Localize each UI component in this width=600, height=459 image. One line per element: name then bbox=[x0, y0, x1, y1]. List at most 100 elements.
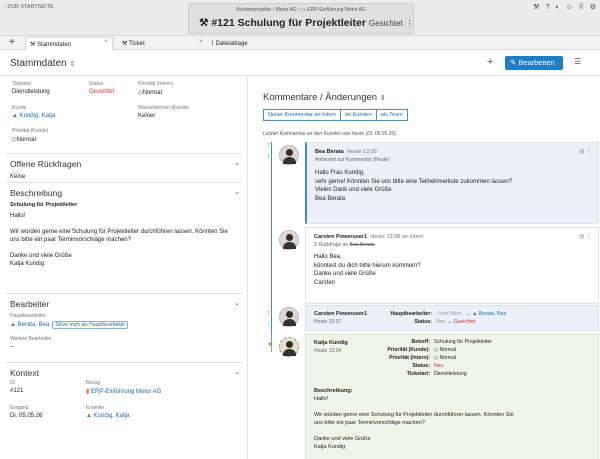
theme-icon[interactable]: ◐ bbox=[555, 4, 559, 11]
new-comment-customer-button[interactable]: an Kunden bbox=[340, 109, 377, 121]
ticket-status: Gesichtet bbox=[368, 19, 403, 28]
comment-button-group: Neuer Kommentar an Intern an Kunden als … bbox=[263, 109, 408, 121]
question-icon: ⍰ bbox=[314, 242, 318, 248]
master-data-panel: Ticketart Dienstleistung Status Gesichte… bbox=[0, 76, 248, 459]
change-entry: Carsten Poweruser1 Heute 13:37 Hauptbear… bbox=[305, 305, 599, 331]
more-menu-icon[interactable]: ⋮ bbox=[586, 234, 592, 240]
new-comment-team-button[interactable]: als Team bbox=[375, 109, 408, 121]
user-icon: ▲ bbox=[86, 413, 92, 419]
comment-subtitle: Antwortet auf Kommentar (Heute) bbox=[315, 157, 390, 163]
ticket-title-box: Kundenprojekte › Motor AG › ▭ ERP-Einfüh… bbox=[188, 3, 414, 34]
add-tab-button[interactable]: + bbox=[6, 37, 18, 50]
avatar bbox=[279, 337, 299, 357]
field-ticketart: Ticketart Dienstleistung bbox=[12, 81, 50, 95]
arrow-up-icon: ↑ bbox=[267, 153, 271, 160]
add-icon[interactable]: + bbox=[487, 56, 493, 68]
creation-table: Betreff: Schulung für Projektleiter Prior… bbox=[387, 339, 492, 377]
gear-icon[interactable]: ⚙ bbox=[590, 4, 596, 11]
section-title: Bearbeiter bbox=[10, 299, 50, 309]
new-comment-intern-button[interactable]: Neuer Kommentar an Intern bbox=[263, 109, 342, 121]
creation-entry: Katja Kundig Heute 13:34 Betreff: Schulun… bbox=[305, 334, 599, 459]
comment-subtitle: ⍰ Rückfrage an Bea Berata bbox=[314, 242, 375, 248]
section-kontext: Kontext ⌄ ID #121 Bezug ▮ ERP-Einführung… bbox=[6, 362, 242, 459]
priority-icon: ◇ bbox=[434, 355, 438, 361]
field-wunschtermin: Wunschtermin (Kunde) Keiner bbox=[138, 105, 190, 119]
tools-icon: ⚒ bbox=[122, 41, 128, 47]
assignee-link[interactable]: ▲ Berata, Bea bbox=[10, 322, 49, 328]
customer-link[interactable]: ▲ Kundig, Katja bbox=[12, 113, 55, 119]
tab-ticket[interactable]: ⚒ Ticket bbox=[118, 37, 149, 50]
section-rueckfragen: Offene Rückfragen ⌄ Keine bbox=[6, 153, 242, 182]
sort-icon[interactable]: ⇕ bbox=[69, 61, 75, 68]
user-icon: ▲ bbox=[10, 322, 16, 328]
folder-icon: ▮ bbox=[86, 389, 90, 395]
tab-stammdaten[interactable]: ⚒ Stammdaten bbox=[25, 37, 113, 50]
field-kunde: Kunde ▲ Kundig, Katja bbox=[12, 105, 56, 119]
priority-icon: ◇ bbox=[434, 347, 438, 353]
creation-description: Beschreibung: Hallo! Wir würden gerne ei… bbox=[314, 388, 514, 450]
comment-author: Carsten Poweruser1 Heute 13:38 an Intern bbox=[314, 234, 424, 240]
creator-link[interactable]: ▲ Kundig, Katja bbox=[86, 413, 129, 419]
check-icon[interactable]: ◎ bbox=[579, 149, 584, 155]
section-title: Offene Rückfragen bbox=[10, 159, 82, 169]
comment-body: Hallo Frau Kundig, sehr gerne! Könnten S… bbox=[315, 170, 513, 202]
apps-icon[interactable]: ⠿ bbox=[579, 4, 584, 11]
paperclip-icon: ⌇ bbox=[211, 41, 214, 47]
change-time: Heute 13:37 bbox=[314, 319, 342, 325]
tools-icon: ⚒ bbox=[30, 42, 36, 48]
page-title: Stammdaten ⇕ bbox=[10, 58, 76, 69]
comments-panel: Kommentare / Änderungen ⇕ Neuer Kommenta… bbox=[249, 76, 600, 459]
section-title: Kontext bbox=[10, 368, 39, 378]
creation-time: Heute 13:34 bbox=[314, 348, 342, 354]
breadcrumb-item[interactable]: Kundenprojekte bbox=[236, 7, 271, 13]
status-badge: Gesichtet bbox=[89, 89, 115, 95]
top-bar: ‹ ZUR STARTSEITE Kundenprojekte › Motor … bbox=[0, 0, 600, 36]
edit-icon: ✎ bbox=[510, 58, 517, 67]
comment-card: Bea Berata Heute 13:39 Antwortet auf Komm… bbox=[305, 142, 599, 224]
chevron-down-icon[interactable]: ⌄ bbox=[234, 188, 240, 196]
check-icon[interactable]: ◎ bbox=[579, 234, 584, 240]
chevron-down-icon[interactable]: ⌄ bbox=[234, 159, 240, 167]
chevron-down-icon[interactable]: ⌄ bbox=[234, 368, 240, 376]
field-prio-intern: Priorität (Intern) ◇Normal bbox=[138, 81, 173, 96]
arrow-up-icon: ↑ bbox=[267, 310, 271, 317]
tools-icon: ⚒ bbox=[199, 17, 209, 29]
change-author: Carsten Poweruser1 bbox=[314, 311, 368, 317]
user-icon: ▲ bbox=[12, 113, 18, 119]
sliders-icon[interactable]: ☰ bbox=[574, 57, 581, 66]
last-comment-info: Letzter Kommentar an den Kunden war heut… bbox=[263, 131, 396, 137]
breadcrumb-item[interactable]: ERP-Einführung Motor AG bbox=[307, 7, 366, 13]
section-beschreibung: Beschreibung ⌄ Schulung für Projektleite… bbox=[6, 182, 242, 292]
comment-author: Bea Berata Heute 13:39 bbox=[315, 149, 377, 155]
avatar bbox=[279, 145, 299, 165]
back-to-start-link[interactable]: ‹ ZUR STARTSEITE bbox=[4, 4, 54, 10]
comment-card: Carsten Poweruser1 Heute 13:38 an Intern … bbox=[305, 227, 599, 304]
more-menu-icon[interactable]: ⋮ bbox=[406, 19, 414, 28]
breadcrumb-item[interactable]: Motor AG bbox=[276, 7, 297, 13]
close-icon[interactable]: × bbox=[199, 39, 203, 45]
project-link[interactable]: ▮ ERP-Einführung Motor AG bbox=[86, 388, 161, 395]
sort-icon[interactable]: ⇕ bbox=[380, 95, 386, 102]
help-icon[interactable]: ? bbox=[545, 4, 549, 11]
comment-body: Hallo Bea, könntest du dich bitte hierum… bbox=[314, 254, 421, 286]
dot-icon: ● bbox=[268, 341, 273, 348]
arrow-up-icon: ↑ bbox=[267, 322, 271, 329]
change-table: Hauptbearbeiter: - kein Wert - → ▲ Berata… bbox=[390, 311, 507, 325]
field-prio-kunde: Priorität (Kunde) ◇Normal bbox=[12, 128, 49, 143]
assign-me-button[interactable]: Setze mich als Hauptbearbeiter bbox=[52, 321, 129, 329]
comments-title: Kommentare / Änderungen ⇕ bbox=[263, 92, 386, 103]
section-title: Beschreibung bbox=[10, 188, 62, 198]
chevron-down-icon[interactable]: ⌄ bbox=[234, 299, 240, 307]
edit-button[interactable]: ✎ Bearbeiten bbox=[505, 56, 563, 70]
folder-icon: ▭ bbox=[301, 7, 306, 13]
more-menu-icon[interactable]: ⋮ bbox=[586, 149, 592, 155]
user-icon[interactable]: ☺ bbox=[566, 4, 573, 11]
avatar bbox=[279, 230, 299, 250]
breadcrumb: Kundenprojekte › Motor AG › ▭ ERP-Einfüh… bbox=[236, 7, 366, 13]
user-icon: ▲ bbox=[472, 311, 478, 317]
tab-dateiablage[interactable]: ⌇ Dateiablage bbox=[207, 37, 252, 50]
tools-icon[interactable]: ⚒ bbox=[533, 4, 539, 11]
tab-bar: + ⚒ Stammdaten × ⚒ Ticket × ⌇ Dateiablag… bbox=[0, 36, 600, 50]
close-icon[interactable]: × bbox=[104, 39, 108, 45]
ticket-title: #121 Schulung für Projektleiter bbox=[211, 17, 366, 29]
